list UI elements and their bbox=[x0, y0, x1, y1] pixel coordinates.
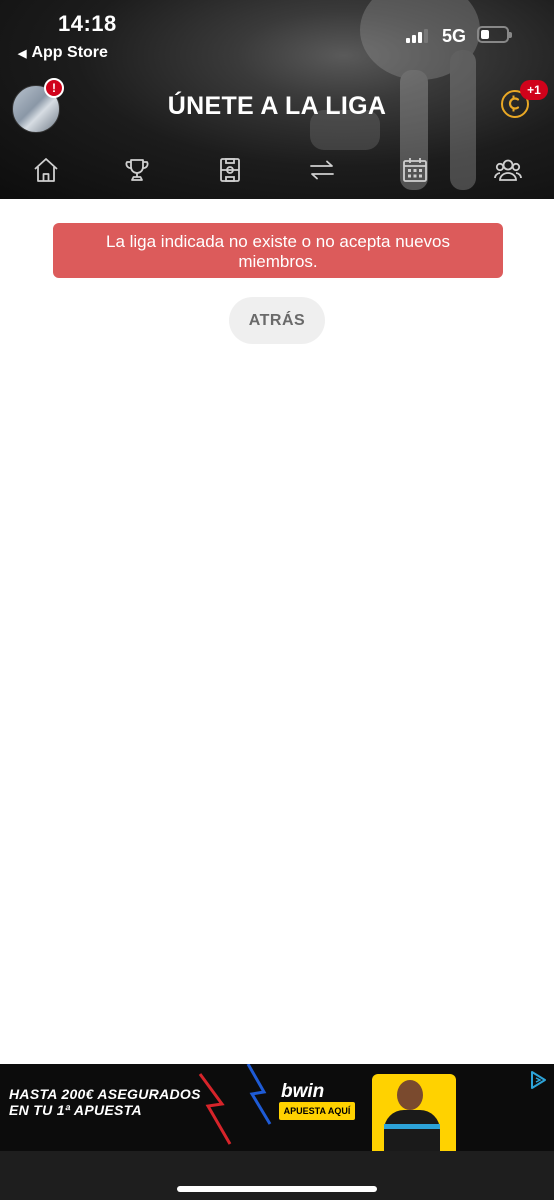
nav-item-leagues[interactable] bbox=[488, 148, 528, 192]
nav-item-calendar[interactable] bbox=[395, 148, 435, 192]
ad-banner[interactable]: HASTA 200€ ASEGURADOS EN TU 1ª APUESTA b… bbox=[0, 1064, 554, 1151]
ad-cta-button[interactable]: APUESTA AQUÍ bbox=[279, 1102, 355, 1120]
ad-brand: bwin bbox=[281, 1081, 325, 1102]
error-alert: La liga indicada no existe o no acepta n… bbox=[53, 223, 503, 278]
ad-headline-1: HASTA 200€ ASEGURADOS bbox=[9, 1086, 201, 1102]
ad-lightning-graphic bbox=[198, 1064, 272, 1145]
field-icon bbox=[220, 158, 240, 182]
home-icon bbox=[34, 158, 58, 182]
ad-player-image bbox=[372, 1074, 456, 1151]
transfer-icon bbox=[310, 160, 334, 180]
ad-headline-2: EN TU 1ª APUESTA bbox=[9, 1102, 142, 1118]
main-nav bbox=[0, 148, 554, 192]
app-header: 14:18 ◀ App Store 5G ! ÚNETE A LA LIGA +… bbox=[0, 0, 554, 199]
nav-item-lineup[interactable] bbox=[210, 148, 250, 192]
status-bar: 14:18 ◀ App Store 5G bbox=[0, 0, 554, 61]
nav-item-market[interactable] bbox=[302, 148, 342, 192]
back-app-label: App Store bbox=[31, 44, 108, 61]
bottom-safe-area bbox=[0, 1151, 554, 1200]
back-to-app-store[interactable]: ◀ App Store bbox=[18, 44, 108, 62]
trophy-icon bbox=[125, 159, 149, 181]
adchoices-icon[interactable] bbox=[528, 1070, 548, 1090]
calendar-icon bbox=[403, 158, 427, 182]
back-button[interactable]: ATRÁS bbox=[229, 297, 325, 344]
back-triangle-icon: ◀ bbox=[18, 47, 27, 60]
signal-icon bbox=[406, 29, 428, 43]
battery-icon bbox=[477, 26, 512, 43]
home-indicator[interactable] bbox=[177, 1186, 377, 1192]
network-type: 5G bbox=[442, 26, 467, 46]
status-time: 14:18 bbox=[58, 11, 117, 36]
nav-item-competitions[interactable] bbox=[117, 148, 157, 192]
coin-count-badge: +1 bbox=[520, 80, 548, 100]
page-title: ÚNETE A LA LIGA bbox=[167, 92, 387, 120]
nav-item-home[interactable] bbox=[26, 148, 66, 192]
users-icon bbox=[494, 159, 522, 181]
